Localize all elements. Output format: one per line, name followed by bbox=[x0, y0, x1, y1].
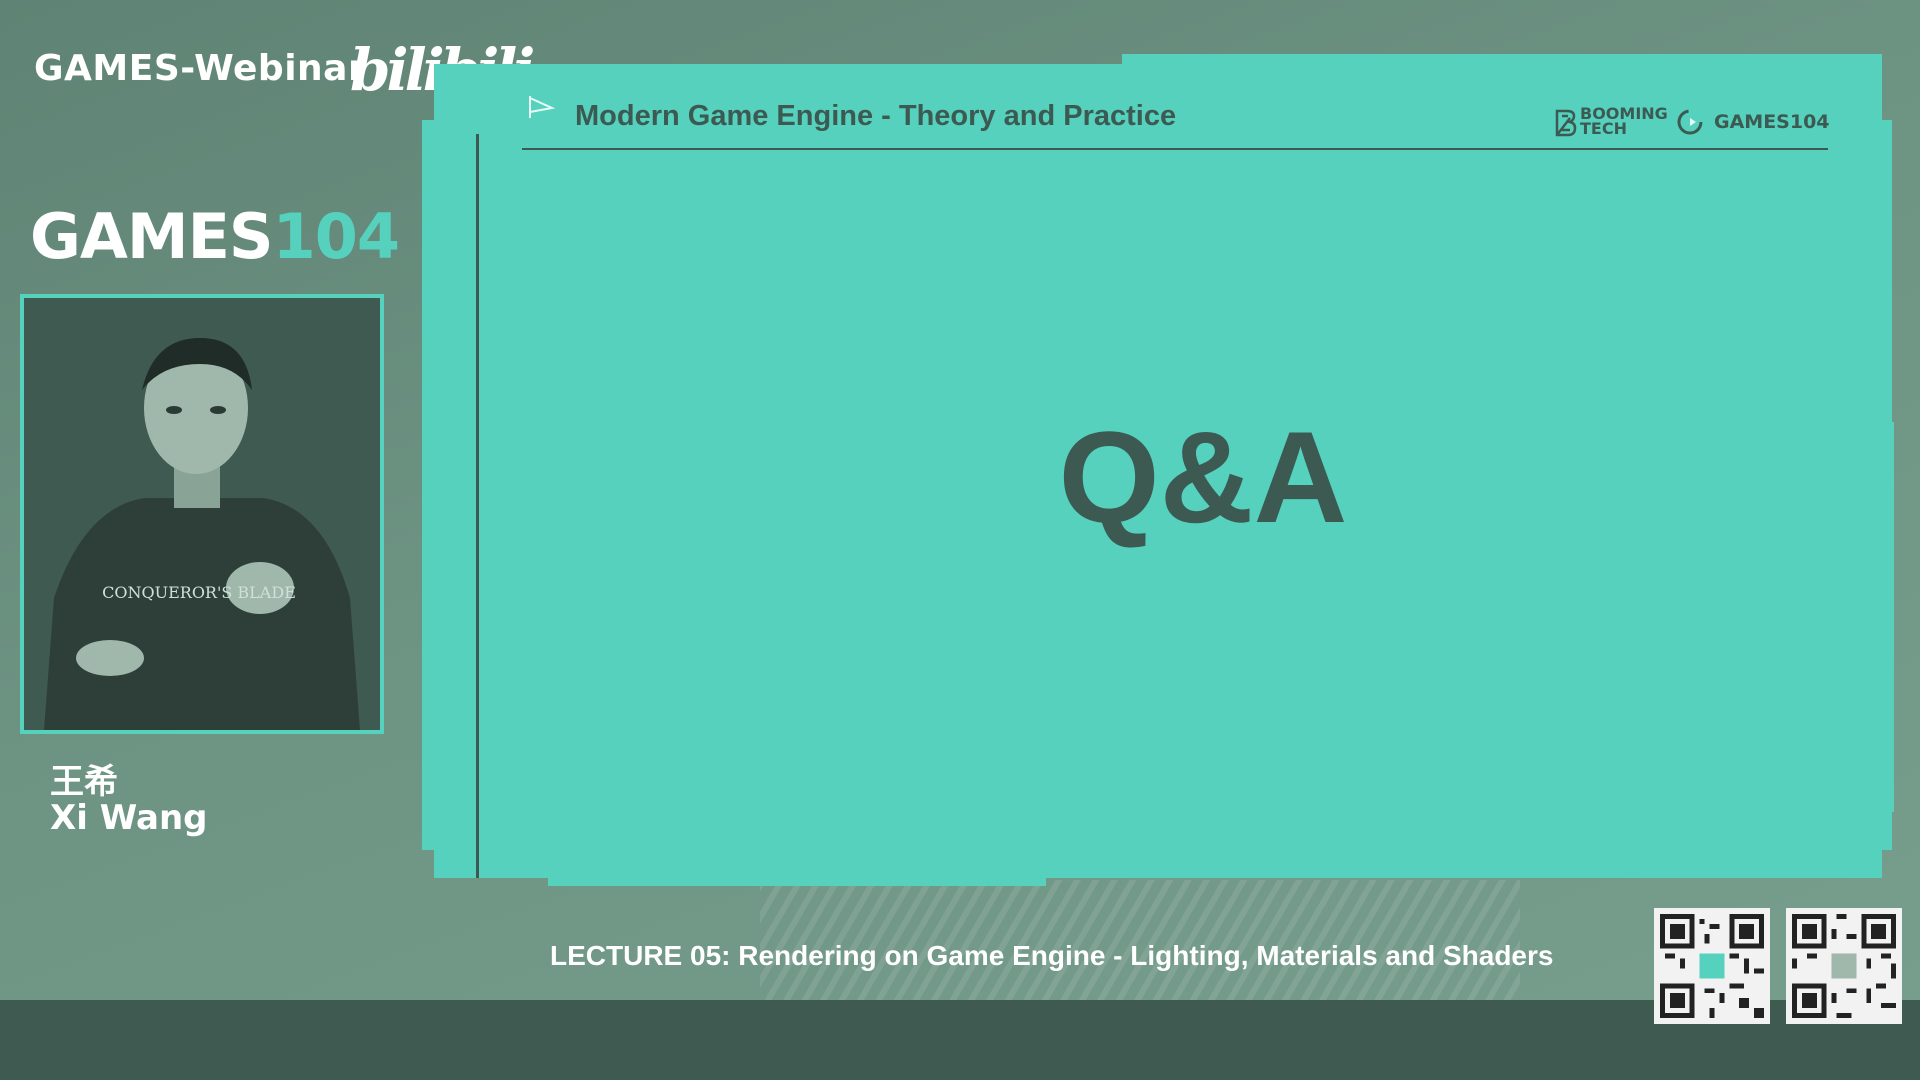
speaker-photo: CONQUEROR'S BLADE bbox=[24, 298, 380, 730]
shirt-text: CONQUEROR'S BLADE bbox=[102, 583, 296, 602]
slide: Modern Game Engine - Theory and Practice… bbox=[434, 64, 1882, 878]
games104-logo: GAMES104 bbox=[30, 200, 400, 273]
games104-logo-part1: GAMES bbox=[30, 200, 274, 273]
lecture-title: LECTURE 05: Rendering on Game Engine - L… bbox=[550, 940, 1554, 971]
slide-header-title: Modern Game Engine - Theory and Practice bbox=[575, 100, 1177, 132]
speaker-video: CONQUEROR'S BLADE bbox=[20, 294, 384, 734]
slide-frame-accent-right bbox=[1882, 422, 1894, 812]
arrow-flag-icon bbox=[529, 96, 556, 118]
games104-mini-logo: GAMES104 bbox=[1714, 111, 1830, 133]
bottom-bar bbox=[0, 1000, 1920, 1080]
booming-tech-logo-mark bbox=[1555, 109, 1577, 137]
qr-code-icon bbox=[1654, 908, 1770, 1024]
webinar-title: GAMES-Webinar bbox=[34, 48, 367, 89]
speaker-name-cn: 王希 bbox=[50, 762, 118, 802]
qr-code-icon bbox=[1786, 908, 1902, 1024]
qr-code-pattern bbox=[1660, 914, 1764, 1018]
speaker-name-en: Xi Wang bbox=[50, 798, 208, 838]
qr-code-pattern bbox=[1792, 914, 1896, 1018]
games104-logo-part2: 104 bbox=[272, 200, 400, 273]
games-mini-icon bbox=[1677, 109, 1703, 135]
booming-tech-logo: BOOMING TECH bbox=[1580, 104, 1668, 138]
slide-main-text: Q&A bbox=[1058, 404, 1348, 550]
slide-header-rule bbox=[522, 148, 1828, 150]
